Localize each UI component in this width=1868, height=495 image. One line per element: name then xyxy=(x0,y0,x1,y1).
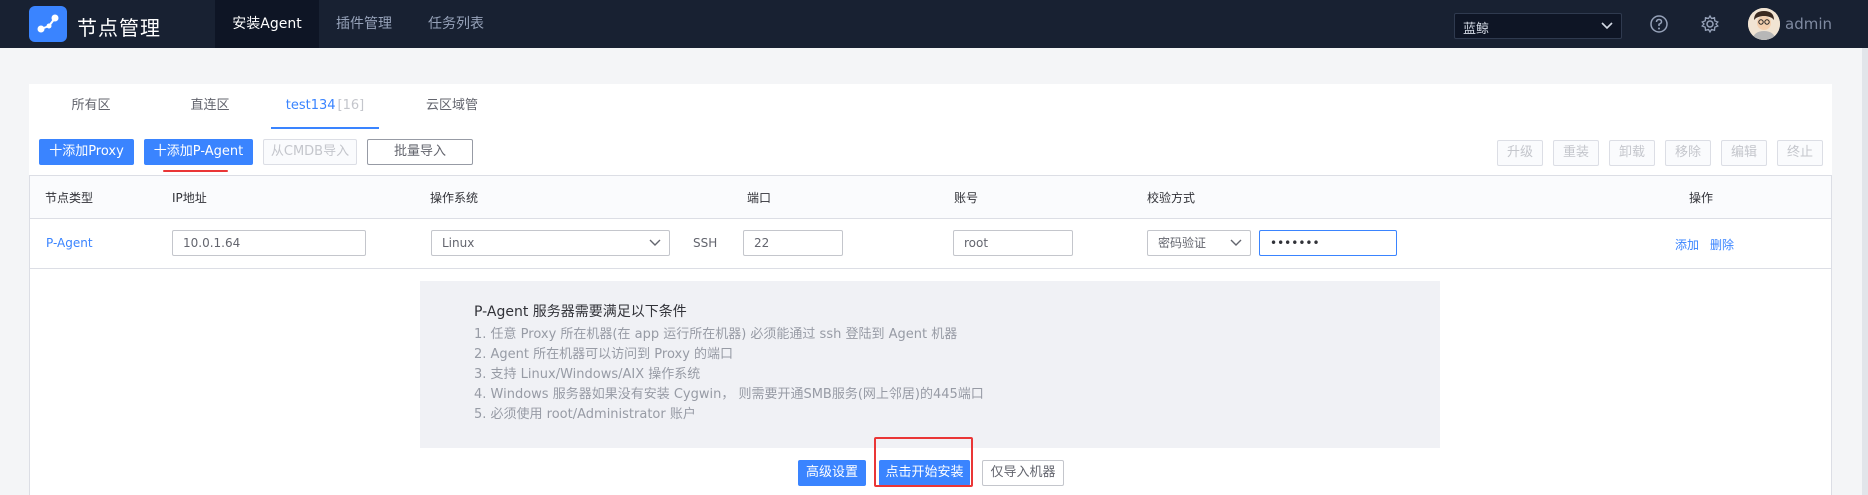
user-name[interactable]: admin xyxy=(1785,15,1832,33)
business-select-value: 蓝鲸 xyxy=(1463,22,1490,37)
uninstall-button[interactable]: 卸载 xyxy=(1609,140,1655,166)
nav-install-agent[interactable]: 安装Agent xyxy=(215,0,319,48)
os-select[interactable]: Linux xyxy=(431,230,670,256)
page-scrollbar[interactable] xyxy=(1862,48,1868,495)
chevron-down-icon xyxy=(1230,239,1242,246)
delete-row-link[interactable]: 删除 xyxy=(1710,236,1734,253)
ip-input[interactable]: 10.0.1.64 xyxy=(172,230,366,256)
password-input[interactable]: ••••••• xyxy=(1259,230,1397,256)
table-header: 节点类型 IP地址 操作系统 端口 账号 校验方式 操作 xyxy=(30,176,1831,219)
requirements-title: P-Agent 服务器需要满足以下条件 xyxy=(474,304,687,320)
batch-import-button[interactable]: 批量导入 xyxy=(367,139,473,165)
app-title: 节点管理 xyxy=(77,16,161,40)
highlight-underline xyxy=(163,170,228,172)
import-from-cmdb-button[interactable]: 从CMDB导入 xyxy=(263,139,357,165)
auth-method-value: 密码验证 xyxy=(1158,236,1207,250)
upgrade-button[interactable]: 升级 xyxy=(1497,140,1543,166)
user-avatar[interactable] xyxy=(1748,8,1780,40)
tab-test134[interactable]: test134 [16] xyxy=(271,84,379,129)
table-row: P-Agent 10.0.1.64 Linux SSH 22 root 密码验证… xyxy=(30,219,1831,269)
header-os: 操作系统 xyxy=(430,191,479,205)
header-auth-method: 校验方式 xyxy=(1147,191,1196,205)
requirements-panel: P-Agent 服务器需要满足以下条件 1. 任意 Proxy 所在机器(在 a… xyxy=(420,281,1440,448)
chevron-down-icon xyxy=(1601,22,1613,30)
remove-button[interactable]: 移除 xyxy=(1665,140,1711,166)
app-logo-icon[interactable] xyxy=(29,6,67,42)
reinstall-button[interactable]: 重装 xyxy=(1553,140,1599,166)
header-node-type: 节点类型 xyxy=(45,191,94,205)
top-navigation-bar: 节点管理 安装Agent 插件管理 任务列表 蓝鲸 admin xyxy=(0,0,1868,48)
add-proxy-button[interactable]: 十添加Proxy xyxy=(39,139,134,165)
chevron-down-icon xyxy=(649,239,661,246)
requirement-item: 2. Agent 所在机器可以访问到 Proxy 的端口 xyxy=(474,347,734,362)
terminate-button[interactable]: 终止 xyxy=(1777,140,1823,166)
header-actions: 操作 xyxy=(1689,191,1714,205)
port-input[interactable]: 22 xyxy=(743,230,843,256)
account-input[interactable]: root xyxy=(953,230,1073,256)
advanced-settings-button[interactable]: 高级设置 xyxy=(798,460,866,486)
protocol-label: SSH xyxy=(693,236,718,250)
header-account: 账号 xyxy=(954,191,979,205)
help-icon[interactable] xyxy=(1649,14,1669,34)
edit-button[interactable]: 编辑 xyxy=(1721,140,1767,166)
requirement-item: 5. 必须使用 root/Administrator 账户 xyxy=(474,407,696,422)
highlight-box xyxy=(874,437,973,487)
tab-count-badge: [16] xyxy=(337,98,365,113)
header-port: 端口 xyxy=(747,191,772,205)
add-row-link[interactable]: 添加 xyxy=(1675,236,1699,253)
os-select-value: Linux xyxy=(442,236,475,250)
tab-direct-region[interactable]: 直连区域 xyxy=(185,84,235,157)
requirement-item: 3. 支持 Linux/Windows/AIX 操作系统 xyxy=(474,367,701,382)
nav-task-list[interactable]: 任务列表 xyxy=(428,0,484,48)
node-type-link[interactable]: P-Agent xyxy=(46,236,93,250)
requirement-item: 4. Windows 服务器如果没有安装 Cygwin， 则需要开通SMB服务(… xyxy=(474,387,984,402)
gear-icon[interactable] xyxy=(1700,14,1720,34)
import-only-button[interactable]: 仅导入机器 xyxy=(982,460,1064,486)
requirement-item: 1. 任意 Proxy 所在机器(在 app 运行所在机器) 必须能通过 ssh… xyxy=(474,327,958,342)
business-select[interactable]: 蓝鲸 xyxy=(1454,13,1622,39)
header-ip: IP地址 xyxy=(172,191,207,205)
nav-plugin-management[interactable]: 插件管理 xyxy=(336,0,392,48)
tab-all-regions[interactable]: 所有区域 xyxy=(66,84,116,157)
auth-method-select[interactable]: 密码验证 xyxy=(1147,230,1251,256)
tab-cloud-region-management[interactable]: 云区域管理 xyxy=(420,84,484,157)
add-p-agent-button[interactable]: 十添加P-Agent xyxy=(144,139,253,165)
region-tabs: 所有区域 直连区域 test134[16] 云区域管理 xyxy=(29,84,1832,157)
